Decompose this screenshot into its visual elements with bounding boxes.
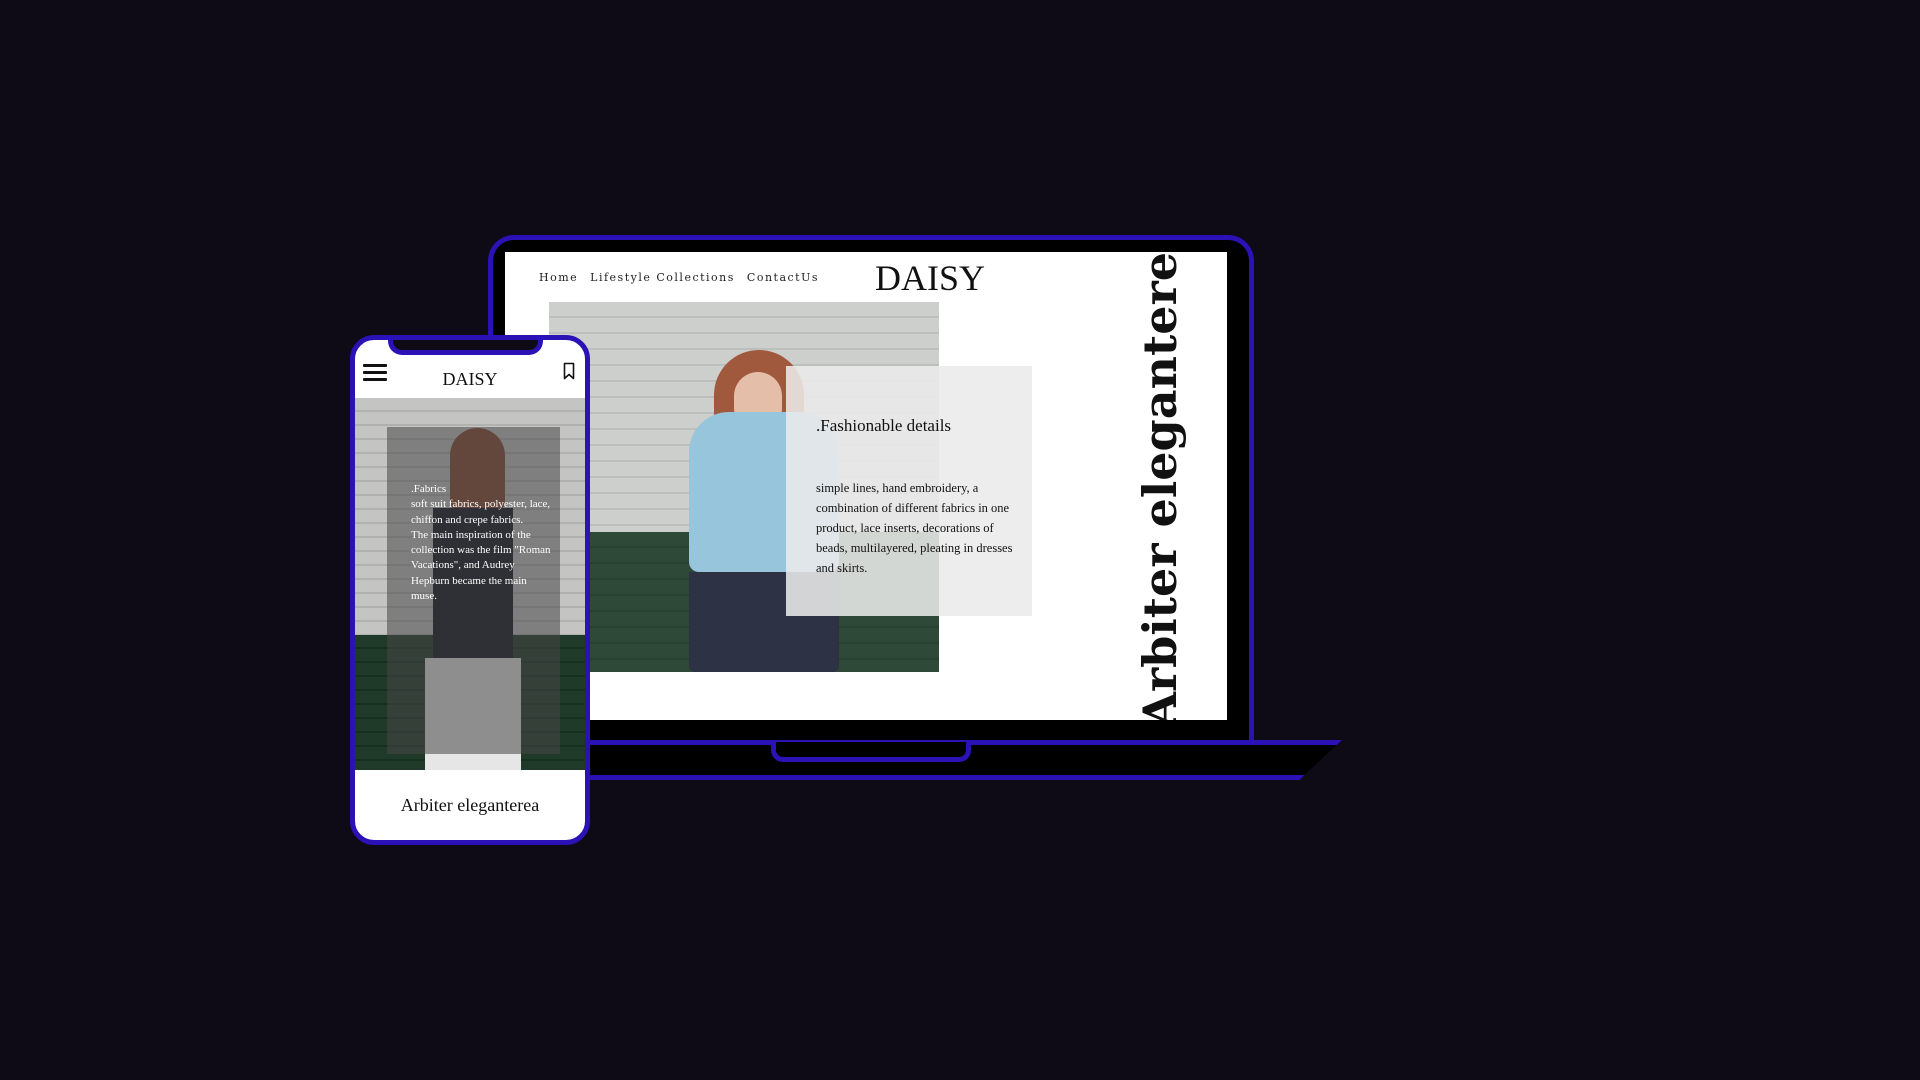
card-body: simple lines, hand embroidery, a combina… (816, 481, 1013, 575)
bookmark-icon[interactable] (563, 362, 575, 380)
phone-hero-image: .Fabrics soft suit fabrics, polyester, l… (355, 398, 585, 770)
phone-footer-title: Arbiter eleganterea (400, 795, 540, 815)
nav-contact-link[interactable]: ContactUs (747, 271, 819, 284)
desktop-nav: Home Lifestyle Collections ContactUs (539, 271, 819, 284)
fashionable-details-card: .Fashionable details simple lines, hand … (786, 366, 1032, 616)
phone-frame: DAISY .Fabrics soft suit fabrics, polyes… (350, 335, 590, 845)
phone-notch (388, 340, 543, 355)
desktop-brand-logo[interactable]: DAISY (875, 257, 985, 299)
nav-home-link[interactable]: Home (539, 271, 578, 284)
laptop-trackpad-notch (771, 742, 971, 762)
fabrics-overlay-card: .Fabrics soft suit fabrics, polyester, l… (387, 427, 560, 754)
fabrics-overlay-text: .Fabrics soft suit fabrics, polyester, l… (411, 483, 551, 603)
vertical-title-wrapper: Arbiter eleganterea (1130, 252, 1190, 720)
laptop-screen: Home Lifestyle Collections ContactUs DAI… (505, 252, 1227, 720)
nav-lifestyle-collections-link[interactable]: Lifestyle Collections (590, 271, 735, 284)
phone-brand-logo[interactable]: DAISY (355, 369, 585, 390)
mockup-stage: Home Lifestyle Collections ContactUs DAI… (0, 0, 1920, 1080)
card-title: .Fashionable details (816, 416, 952, 435)
vertical-title: Arbiter eleganterea (1133, 252, 1188, 720)
